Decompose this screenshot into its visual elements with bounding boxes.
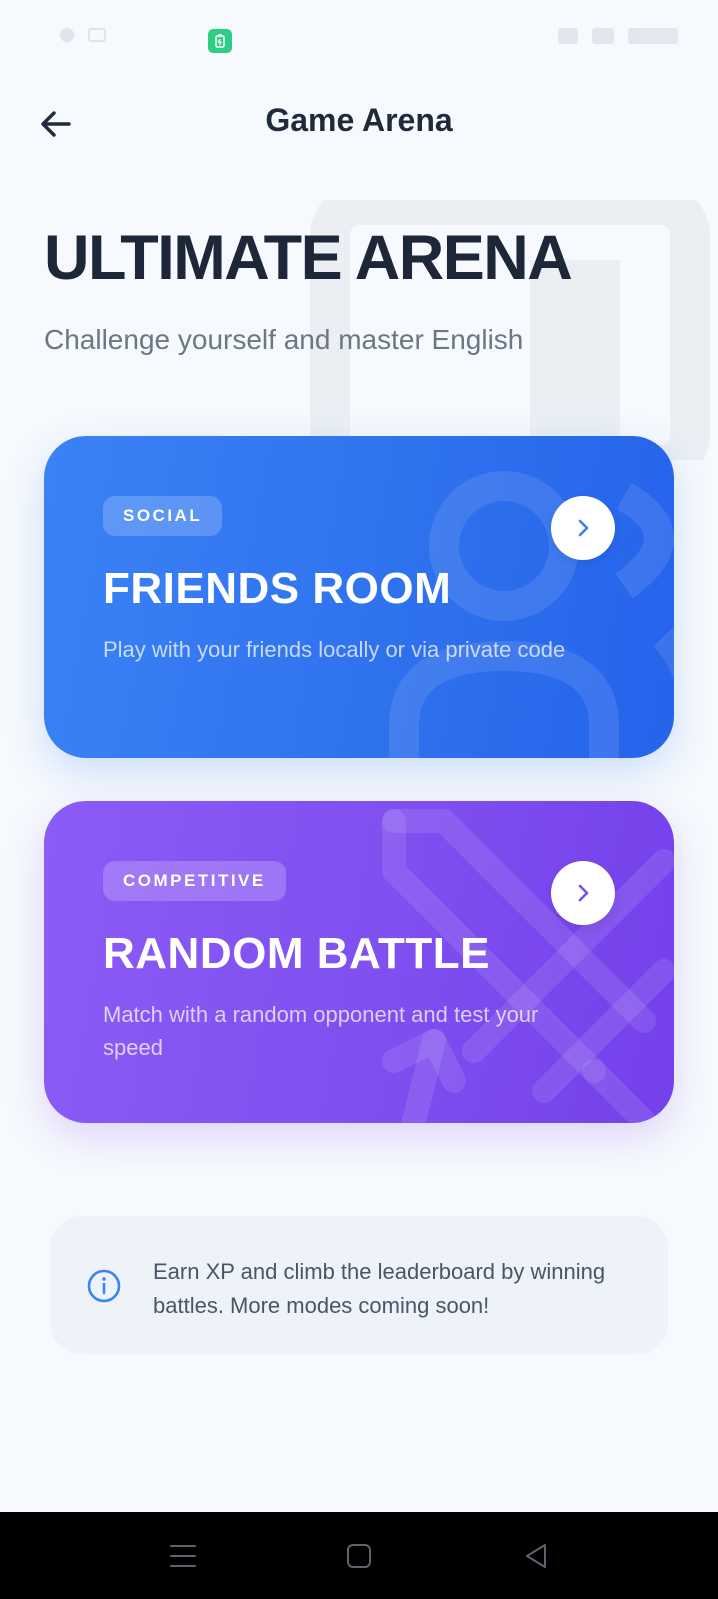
friends-room-title: FRIENDS ROOM bbox=[103, 564, 452, 613]
battery-icon bbox=[628, 28, 678, 44]
chevron-right-icon bbox=[578, 519, 589, 537]
page-title: Game Arena bbox=[265, 102, 453, 138]
hero-title: ULTIMATE ARENA bbox=[44, 223, 573, 293]
friends-room-arrow-button[interactable] bbox=[551, 496, 615, 560]
friends-room-card[interactable]: SOCIAL FRIENDS ROOM Play with your frien… bbox=[44, 436, 674, 758]
message-icon bbox=[88, 28, 106, 42]
status-left-icons bbox=[60, 28, 106, 42]
status-bar bbox=[0, 0, 718, 82]
system-nav-bar bbox=[0, 1512, 718, 1599]
info-icon bbox=[87, 1269, 121, 1303]
random-battle-card[interactable]: COMPETITIVE RANDOM BATTLE Match with a r… bbox=[44, 801, 674, 1123]
random-battle-title: RANDOM BATTLE bbox=[103, 929, 490, 978]
info-text: Earn XP and climb the leaderboard by win… bbox=[153, 1259, 606, 1318]
status-right-icons bbox=[558, 28, 678, 44]
random-battle-description: Match with a random opponent and test yo… bbox=[103, 1002, 539, 1060]
recent-apps-button[interactable] bbox=[165, 1540, 201, 1572]
battery-saver-icon bbox=[208, 29, 232, 53]
notification-icon bbox=[60, 28, 74, 42]
chevron-right-icon bbox=[578, 884, 589, 902]
social-tag: SOCIAL bbox=[103, 496, 223, 536]
competitive-tag: COMPETITIVE bbox=[103, 861, 286, 901]
home-button[interactable] bbox=[341, 1540, 377, 1572]
friends-room-description: Play with your friends locally or via pr… bbox=[103, 637, 566, 662]
random-battle-arrow-button[interactable] bbox=[551, 861, 615, 925]
hero-subtitle: Challenge yourself and master English bbox=[44, 324, 524, 355]
info-banner: Earn XP and climb the leaderboard by win… bbox=[48, 1214, 670, 1356]
back-nav-button[interactable] bbox=[518, 1540, 554, 1572]
home-square-icon bbox=[347, 1544, 371, 1568]
wifi-icon bbox=[558, 28, 578, 44]
menu-icon bbox=[170, 1545, 196, 1567]
app-bar: Game Arena bbox=[0, 82, 718, 160]
triangle-back-icon bbox=[526, 1544, 546, 1568]
signal-icon bbox=[592, 28, 614, 44]
